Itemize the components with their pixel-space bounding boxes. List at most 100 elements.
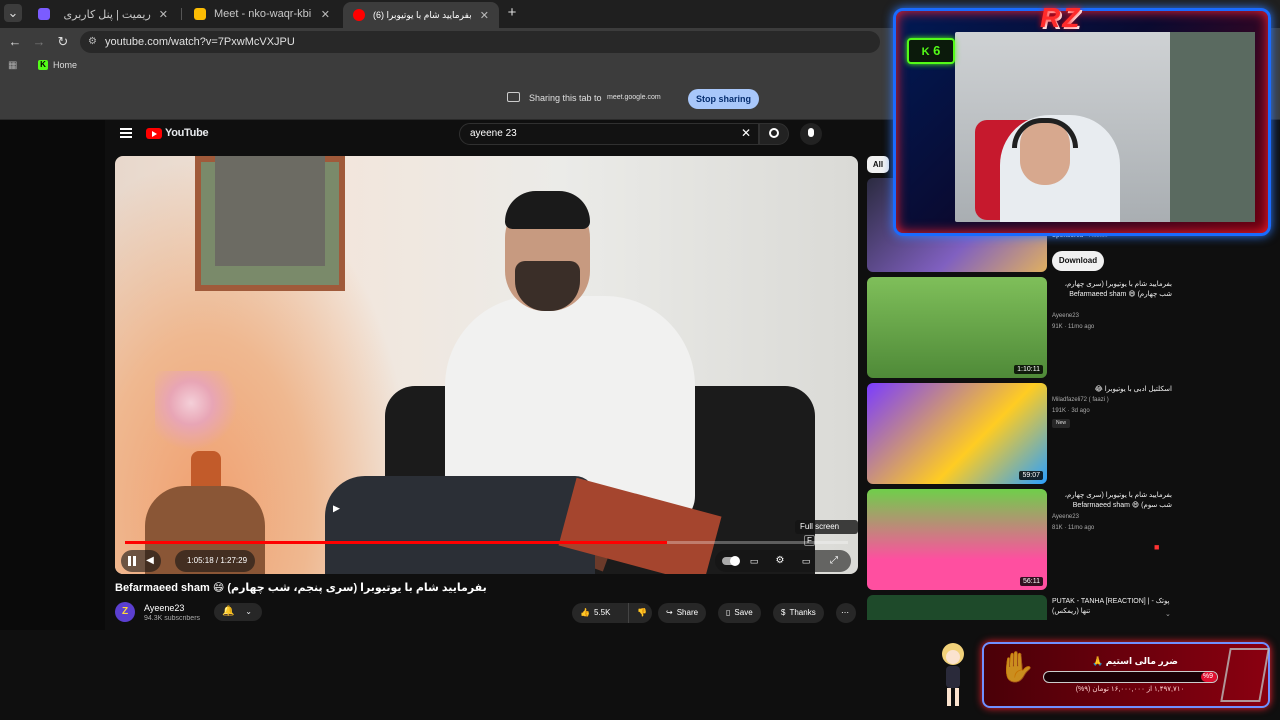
tab-youtube[interactable]: (6) بفرمایید شام با یوتیوبرا (... ✕ (343, 2, 499, 28)
bookmark-label: Home (53, 60, 78, 70)
tooltip-label: Full screen (800, 522, 840, 531)
related-video-meta: 91K · 11mo ago (1052, 324, 1095, 330)
fullscreen-icon[interactable]: ⤢ (827, 552, 841, 570)
related-video-title[interactable]: اسکلتیل ادبی با یوتیوبرا 😂 (1052, 385, 1172, 395)
hand-icon: ✋ (998, 651, 1036, 684)
subtitles-icon[interactable]: ▭ (747, 552, 761, 570)
sharing-target: meet.google.com (607, 94, 661, 101)
more-vert-icon[interactable]: ⌄ (1165, 610, 1171, 618)
related-video-thumbnail[interactable] (867, 595, 1047, 620)
bookmark-home[interactable]: K Home (38, 60, 77, 70)
back-icon[interactable]: ← (6, 33, 24, 51)
youtube-logo[interactable]: YouTube (146, 127, 209, 139)
share-button[interactable]: ↪ Share (658, 603, 707, 623)
share-label: Share (676, 608, 699, 617)
channel-name[interactable]: Ayeene23 (144, 603, 184, 613)
video-duration: 56:11 (1020, 577, 1043, 586)
notification-bell-button[interactable]: 🔔 ⌄ (214, 603, 262, 621)
forward-icon[interactable]: → (30, 33, 48, 51)
voice-search-button[interactable] (800, 123, 822, 145)
close-tab-icon[interactable]: ✕ (480, 9, 489, 22)
tab-meet[interactable]: Meet - nko-waqr-kbi ✕ (184, 2, 340, 26)
thumbs-up-icon: 👍 (580, 608, 590, 617)
donation-goal-title: ضرر مالی استیم 🙏 (1092, 656, 1178, 666)
theater-mode-icon[interactable]: ▭ (799, 552, 813, 570)
player-controls: ◀ 1:05:18 / 1:27:29 ▭ ⚙ ▭ ⤢ (115, 548, 858, 574)
related-video-thumbnail[interactable]: 56:11 (867, 489, 1047, 590)
site-info-icon[interactable]: ⚙ (88, 31, 97, 53)
fullscreen-tooltip: Full screen F (795, 520, 858, 546)
video-frame-person-hair (505, 191, 590, 229)
mic-icon (808, 128, 814, 137)
kick-count: 6 (933, 43, 941, 58)
settings-icon[interactable]: ⚙ (773, 552, 787, 570)
related-video-title[interactable]: PUTAK - TANHA [REACTION] | پوتک - تنها (… (1052, 597, 1172, 617)
new-badge: New (1052, 419, 1070, 428)
video-player[interactable]: Full screen F ◀ 1:05:18 / 1:27:29 ▭ ⚙ ▭ … (115, 156, 858, 574)
autoplay-toggle[interactable] (721, 552, 740, 570)
meet-favicon-icon (194, 8, 206, 20)
more-actions-icon[interactable]: ⋯ (836, 603, 856, 623)
youtube-favicon-icon (353, 9, 365, 21)
webcam-feed-door (1170, 32, 1255, 222)
video-duration: 59:07 (1019, 471, 1043, 480)
remit-favicon-icon (38, 8, 50, 20)
search-input[interactable]: ayeene 23 (459, 123, 759, 145)
close-tab-icon[interactable]: ✕ (159, 8, 168, 21)
new-tab-icon[interactable]: + (503, 4, 521, 22)
related-video-thumbnail[interactable]: 59:07 (867, 383, 1047, 484)
tab-search-icon[interactable]: ⌄ (4, 4, 22, 22)
clear-search-icon[interactable]: ✕ (741, 126, 751, 140)
progress-fill (125, 541, 668, 544)
donation-percent: %9 (1202, 673, 1213, 680)
thanks-icon: $ (781, 608, 786, 617)
sharing-text: Sharing this tab to (529, 93, 602, 103)
menu-icon[interactable] (120, 128, 132, 138)
reload-icon[interactable]: ↻ (54, 33, 72, 51)
url-text: youtube.com/watch?v=7PxwMcVXJPU (105, 36, 295, 48)
kick-follower-widget: K 6 (907, 38, 955, 64)
tab-remit[interactable]: ریمیت | پنل کاربری ✕ (28, 2, 178, 26)
video-duration: 1:10:11 (1014, 365, 1043, 374)
video-frame-mirror-glass (215, 156, 325, 266)
apps-grid-icon[interactable]: ▦ (8, 60, 17, 71)
video-frame-flowers (155, 371, 245, 451)
subscriber-count: 94.3K subscribers (144, 615, 201, 621)
tab-label: (6) بفرمایید شام با یوتیوبرا (... (373, 9, 472, 20)
kick-icon: K (921, 46, 930, 58)
close-tab-icon[interactable]: ✕ (321, 8, 330, 21)
streamer-logo: RZ (1040, 2, 1082, 33)
save-button[interactable]: ▯ Save (718, 603, 761, 623)
gift-icon: ■ (1154, 542, 1160, 552)
related-video-title[interactable]: بفرمایید شام با یوتیوبرا (سری چهارم، شب … (1052, 280, 1172, 300)
like-count: 5.5K (593, 608, 611, 617)
channel-avatar[interactable]: Z (115, 602, 135, 622)
thanks-button[interactable]: $ Thanks (773, 603, 824, 623)
related-video-thumbnail[interactable]: 1:10:11 (867, 277, 1047, 378)
progress-bar[interactable] (125, 541, 848, 544)
download-button[interactable]: Download (1052, 251, 1104, 271)
youtube-play-icon (146, 127, 162, 139)
anime-mascot-icon (942, 643, 964, 706)
tab-separator (181, 8, 182, 20)
save-label: Save (734, 608, 753, 617)
stop-sharing-button[interactable]: Stop sharing (688, 89, 760, 109)
search-button[interactable] (759, 123, 789, 145)
related-video-channel[interactable]: Miladfazeli72 ( faazi ) (1052, 397, 1109, 403)
share-icon: ↪ (666, 608, 673, 617)
related-video-meta: 191K · 3d ago (1052, 408, 1090, 414)
pause-button[interactable] (125, 552, 139, 570)
left-margin (0, 120, 105, 630)
tab-label: Meet - nko-waqr-kbi (214, 8, 312, 20)
related-video-channel[interactable]: Ayeene23 (1052, 514, 1079, 520)
thumbs-down-icon: 👎 (637, 608, 647, 617)
tab-label: ریمیت | پنل کاربری (63, 8, 151, 21)
volume-icon[interactable]: ◀ (143, 552, 157, 570)
time-display: 1:05:18 / 1:27:29 (186, 556, 248, 565)
dislike-button[interactable]: 👎 (628, 603, 652, 623)
related-video-channel[interactable]: Ayeene23 (1052, 313, 1079, 319)
video-title: بفرمایید شام با یوتیوبرا (سری پنجم، شب چ… (115, 582, 487, 594)
related-video-title[interactable]: بفرمایید شام با یوتیوبرا (سری چهارم، شب … (1052, 491, 1172, 511)
filter-chip-all[interactable]: All (867, 156, 889, 173)
address-bar[interactable]: ⚙ youtube.com/watch?v=7PxwMcVXJPU (80, 31, 880, 53)
